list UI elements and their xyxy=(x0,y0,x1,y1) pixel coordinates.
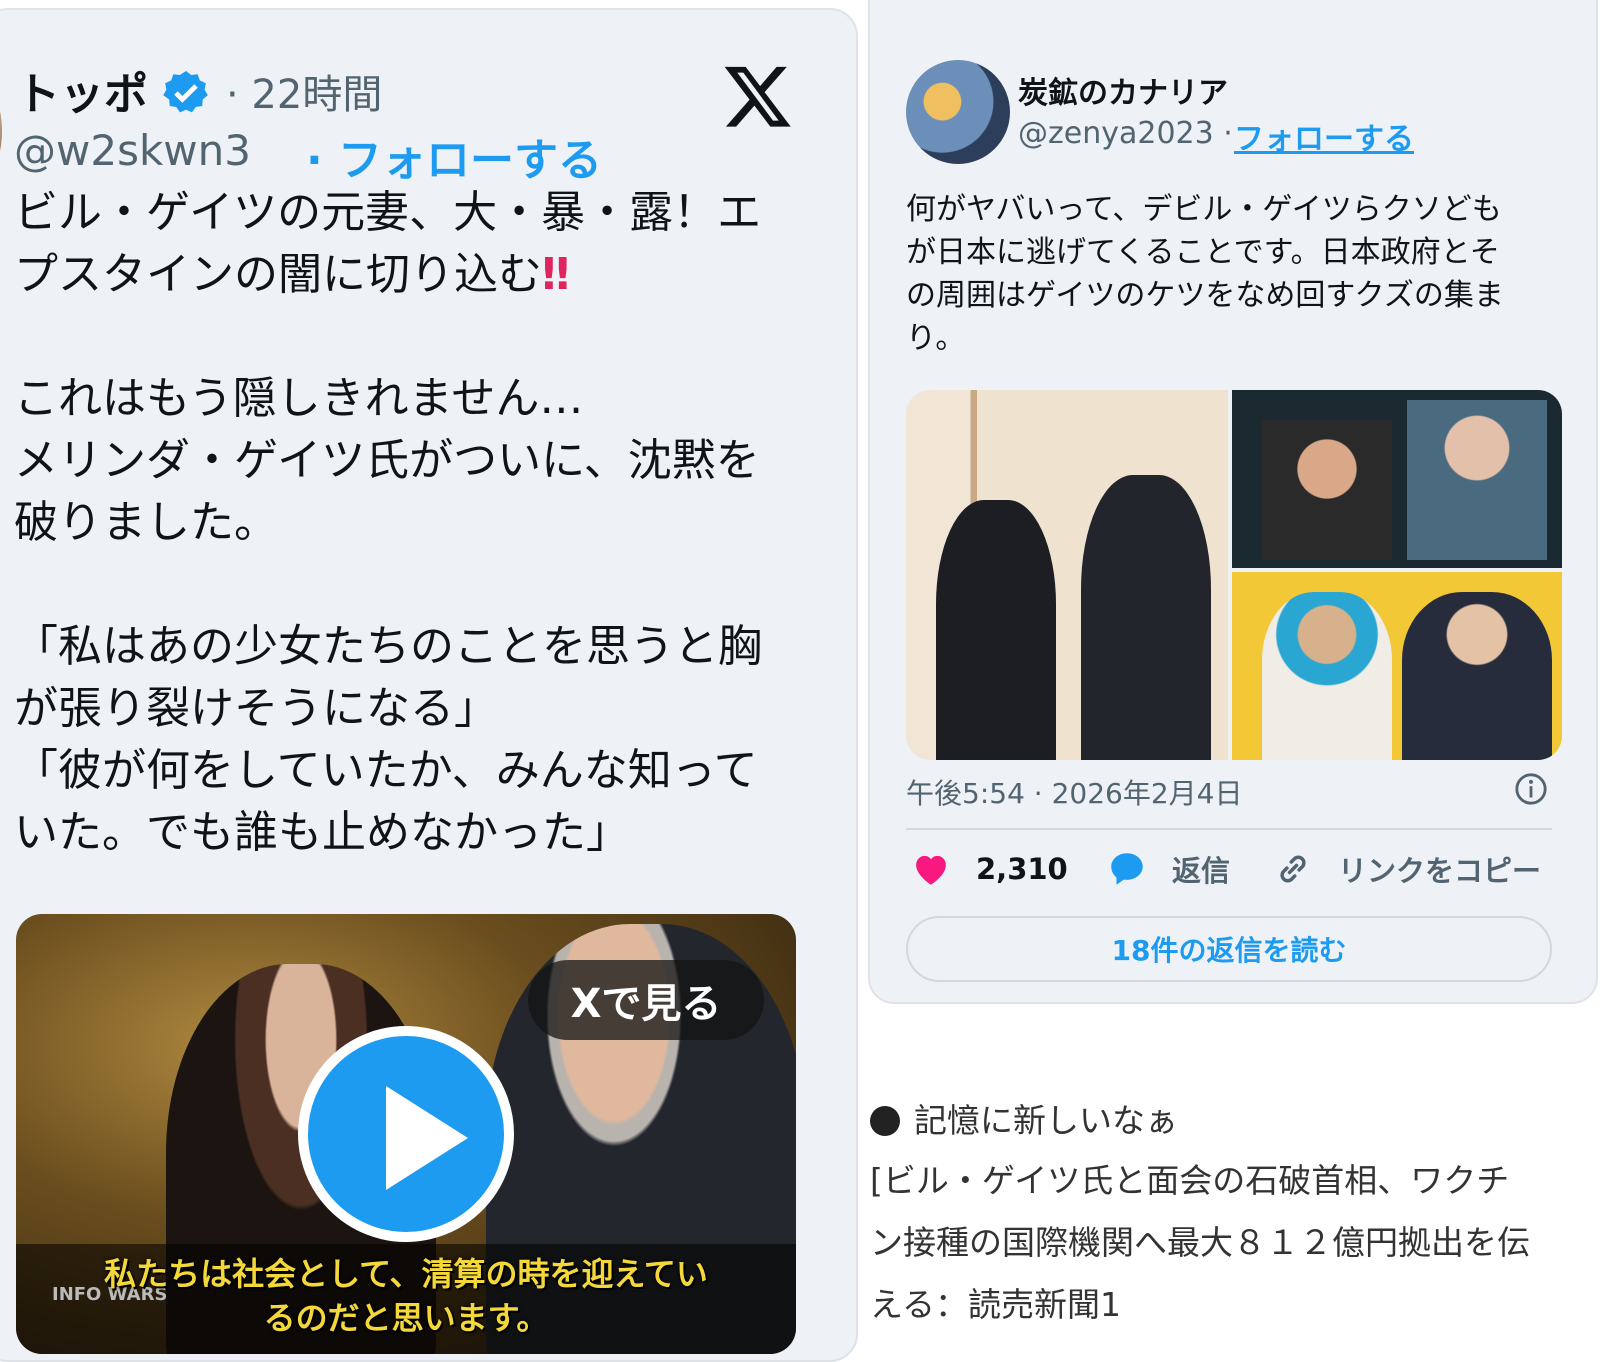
note-heading-text: 記憶に新しいなぁ xyxy=(914,1101,1178,1140)
left-display-name[interactable]: トッポ xyxy=(16,58,148,122)
article-line: ン接種の国際機関へ最大８１２億円拠出を伝 xyxy=(870,1223,1530,1262)
right-tweet-text: 何がヤバいって、デビル・ゲイツらクソども が日本に逃げてくることです。日本政府と… xyxy=(906,188,1536,360)
photo-grid[interactable] xyxy=(906,390,1562,760)
right-timestamp[interactable]: 午後5:54 · 2026年2月4日 xyxy=(906,772,1242,812)
subtitle-line: るのだと思います。 xyxy=(263,1299,549,1337)
body-line: の周囲はゲイツのケツをなめ回すクズの集ま xyxy=(906,278,1504,313)
info-icon[interactable] xyxy=(1514,772,1548,806)
body-line xyxy=(14,554,814,616)
copy-link-label: リンクをコピー xyxy=(1338,854,1542,888)
like-button[interactable]: 2,310 xyxy=(910,848,1068,890)
body-line: 「私はあの少女たちのことを思うと胸 xyxy=(14,621,762,672)
article-line: [ビル・ゲイツ氏と面会の石破首相、ワクチ xyxy=(870,1161,1510,1200)
video-subtitle: 私たちは社会として、清算の時を迎えてい るのだと思います。 xyxy=(36,1244,776,1340)
photo-2[interactable] xyxy=(1232,390,1562,568)
article-title: [ビル・ゲイツ氏と面会の石破首相、ワクチ ン接種の国際機関へ最大８１２億円拠出を… xyxy=(870,1150,1590,1336)
subtitle-line: 私たちは社会として、清算の時を迎えてい xyxy=(104,1255,708,1293)
body-line: 破りました。 xyxy=(14,497,278,548)
reply-label: 返信 xyxy=(1172,854,1231,888)
left-avatar[interactable] xyxy=(0,76,2,186)
body-line: プスタインの闇に切り込む‼ xyxy=(14,249,570,300)
left-tweet-card: トッポ · 22時間 @w2skwn3 · フォローする ビル・ゲイツの元妻、大… xyxy=(0,8,858,1362)
photo-1[interactable] xyxy=(906,390,1228,760)
bullet-dot-icon xyxy=(870,1106,900,1136)
body-line: が日本に逃げてくることです。日本政府とそ xyxy=(906,235,1500,270)
right-handle[interactable]: @zenya2023 · xyxy=(1018,116,1233,151)
verified-badge-icon xyxy=(163,71,208,113)
body-line: 「彼が何をしていたか、みんな知って xyxy=(14,745,758,796)
body-line: が張り裂けそうになる」 xyxy=(14,683,498,734)
play-button-icon[interactable] xyxy=(298,1026,514,1242)
body-line: これはもう隠しきれません… xyxy=(14,373,584,424)
video-thumbnail[interactable]: Xで見る INFO WARS 私たちは社会として、清算の時を迎えてい るのだと思… xyxy=(16,914,796,1354)
right-avatar[interactable] xyxy=(906,60,1010,164)
left-handle[interactable]: @w2skwn3 xyxy=(14,126,251,175)
read-replies-button[interactable]: 18件の返信を読む xyxy=(906,916,1552,982)
right-display-name[interactable]: 炭鉱のカナリア xyxy=(1018,68,1228,112)
x-logo-icon[interactable] xyxy=(722,60,794,132)
link-icon xyxy=(1280,855,1306,883)
reply-bubble-icon xyxy=(1111,853,1143,885)
divider xyxy=(906,828,1552,830)
action-bar: 2,310 返信 リンクをコピー xyxy=(906,848,1566,904)
photo-3[interactable] xyxy=(1232,572,1562,760)
watch-on-x-button[interactable]: Xで見る xyxy=(528,960,764,1040)
body-line: 何がヤバいって、デビル・ゲイツらクソども xyxy=(906,192,1502,227)
copy-link-button[interactable]: リンクをコピー xyxy=(1272,848,1541,890)
left-tweet-text: ビル・ゲイツの元妻、大・暴・露！エ プスタインの闇に切り込む‼ これはもう隠しき… xyxy=(14,182,814,864)
article-line: える：読売新聞1 xyxy=(870,1285,1122,1324)
body-line: メリンダ・ゲイツ氏がついに、沈黙を xyxy=(14,435,760,486)
body-line xyxy=(14,306,814,368)
left-timestamp: · 22時間 xyxy=(226,72,383,118)
left-follow-link[interactable]: · フォローする xyxy=(306,124,602,188)
right-follow-link[interactable]: フォローする xyxy=(1234,114,1414,158)
reply-button[interactable]: 返信 xyxy=(1106,848,1230,890)
body-line: ビル・ゲイツの元妻、大・暴・露！エ xyxy=(14,187,762,238)
double-exclamation-icon: ‼ xyxy=(542,249,570,300)
note-heading: 記憶に新しいなぁ xyxy=(870,1094,1178,1142)
body-line: いた。でも誰も止めなかった」 xyxy=(14,807,630,858)
like-count: 2,310 xyxy=(976,852,1068,886)
body-line: り。 xyxy=(906,321,966,356)
heart-icon xyxy=(916,855,946,885)
right-tweet-card: 炭鉱のカナリア @zenya2023 · フォローする 何がヤバいって、デビル・… xyxy=(868,0,1598,1004)
